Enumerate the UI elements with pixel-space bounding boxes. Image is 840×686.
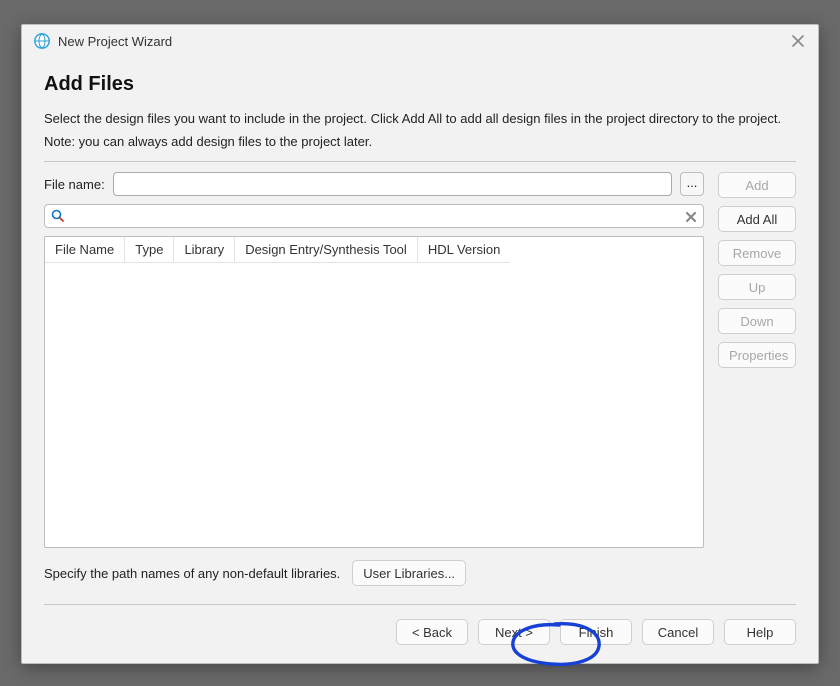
- file-name-row: File name: ...: [44, 172, 704, 196]
- footer: < Back Next > Finish Cancel Help: [22, 605, 818, 663]
- browse-button[interactable]: ...: [680, 172, 704, 196]
- up-button[interactable]: Up: [718, 274, 796, 300]
- down-button[interactable]: Down: [718, 308, 796, 334]
- file-name-label: File name:: [44, 177, 105, 192]
- cancel-button[interactable]: Cancel: [642, 619, 714, 645]
- separator: [44, 161, 796, 162]
- page-note: Note: you can always add design files to…: [44, 134, 796, 149]
- finish-button[interactable]: Finish: [560, 619, 632, 645]
- wizard-dialog: New Project Wizard Add Files Select the …: [21, 24, 819, 664]
- table-header-row: File Name Type Library Design Entry/Synt…: [45, 237, 510, 263]
- side-button-column: Add Add All Remove Up Down Properties: [718, 172, 796, 592]
- col-tool[interactable]: Design Entry/Synthesis Tool: [235, 237, 418, 263]
- col-library[interactable]: Library: [174, 237, 235, 263]
- help-button[interactable]: Help: [724, 619, 796, 645]
- user-libraries-button[interactable]: User Libraries...: [352, 560, 466, 586]
- app-icon: [34, 33, 50, 49]
- libraries-label: Specify the path names of any non-defaul…: [44, 566, 340, 581]
- col-file-name[interactable]: File Name: [45, 237, 125, 263]
- col-type[interactable]: Type: [125, 237, 174, 263]
- page-heading: Add Files: [44, 73, 796, 96]
- filter-row[interactable]: [44, 204, 704, 228]
- next-button[interactable]: Next >: [478, 619, 550, 645]
- add-all-button[interactable]: Add All: [718, 206, 796, 232]
- titlebar: New Project Wizard: [22, 25, 818, 55]
- search-icon: [51, 209, 65, 223]
- col-hdl-version[interactable]: HDL Version: [417, 237, 510, 263]
- properties-button[interactable]: Properties: [718, 342, 796, 368]
- add-button[interactable]: Add: [718, 172, 796, 198]
- back-button[interactable]: < Back: [396, 619, 468, 645]
- file-name-input[interactable]: [113, 172, 672, 196]
- page-description: Select the design files you want to incl…: [44, 110, 796, 128]
- close-icon[interactable]: [790, 33, 806, 49]
- libraries-row: Specify the path names of any non-defaul…: [44, 560, 704, 586]
- files-table[interactable]: File Name Type Library Design Entry/Synt…: [44, 236, 704, 548]
- window-title: New Project Wizard: [58, 34, 790, 49]
- remove-button[interactable]: Remove: [718, 240, 796, 266]
- clear-filter-icon[interactable]: [683, 209, 699, 225]
